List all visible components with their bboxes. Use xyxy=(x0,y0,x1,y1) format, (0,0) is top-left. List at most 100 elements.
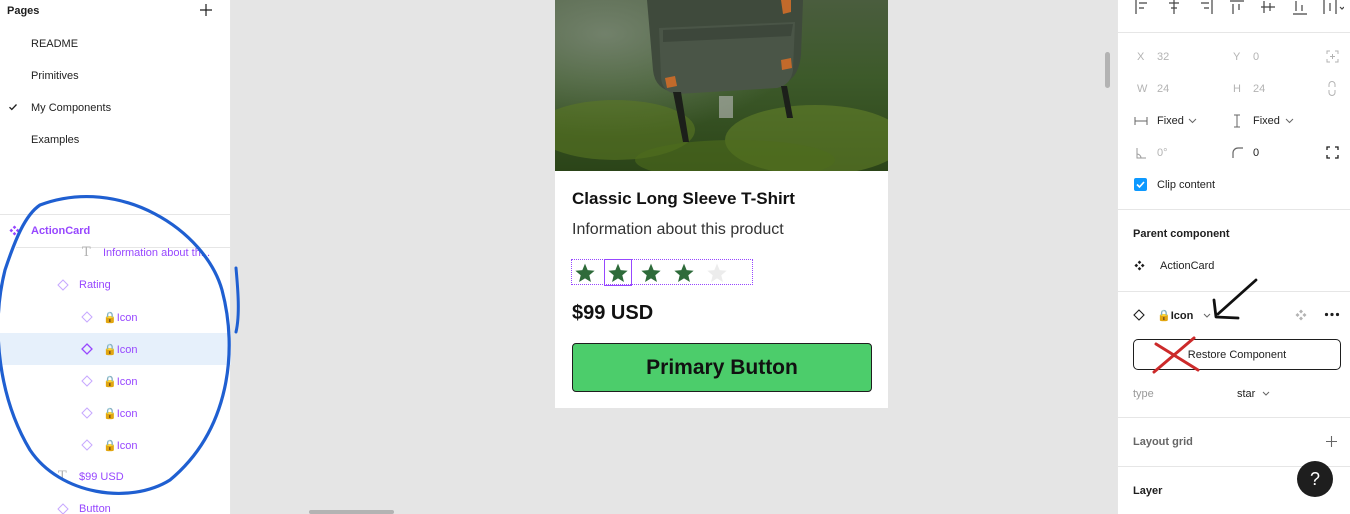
rotation-input[interactable]: 0° xyxy=(1157,147,1168,159)
horizontal-resizing-icon xyxy=(1134,117,1148,125)
layer-icon-3[interactable]: 🔒Icon xyxy=(0,365,231,397)
page-item-readme[interactable]: README xyxy=(0,32,231,56)
add-layout-grid-icon[interactable] xyxy=(1325,435,1338,448)
add-page-icon[interactable] xyxy=(198,2,214,18)
layer-label: Rating xyxy=(79,279,111,291)
pages-header: Pages xyxy=(0,0,231,24)
go-to-main-component-icon[interactable] xyxy=(1295,309,1307,321)
chevron-down-icon[interactable] xyxy=(1203,313,1211,318)
w-input[interactable]: 24 xyxy=(1157,83,1169,95)
distribute-icon[interactable] xyxy=(1322,0,1344,16)
component-icon xyxy=(9,225,20,236)
page-item-label: My Components xyxy=(31,102,112,114)
rotation-icon xyxy=(1136,148,1146,159)
width-mode-select[interactable]: Fixed xyxy=(1157,115,1184,127)
instance-name[interactable]: 🔒Icon xyxy=(1157,309,1193,322)
layer-price-text[interactable]: T $99 USD xyxy=(0,461,231,493)
vertical-scrollbar[interactable] xyxy=(1105,52,1110,88)
height-mode-select[interactable]: Fixed xyxy=(1253,115,1280,127)
instance-icon xyxy=(1133,309,1145,321)
help-button[interactable]: ? xyxy=(1297,461,1333,497)
instance-icon xyxy=(57,279,69,291)
layer-rating[interactable]: Rating xyxy=(0,269,231,301)
text-layer-icon: T xyxy=(58,469,67,484)
panel-divider xyxy=(1117,291,1350,292)
clip-content-checkbox[interactable] xyxy=(1134,178,1147,191)
layer-label: Information about th... xyxy=(103,247,211,259)
clip-content-label: Clip content xyxy=(1157,179,1216,191)
type-select[interactable]: star xyxy=(1237,388,1255,400)
layer-icon-5[interactable]: 🔒Icon xyxy=(0,429,231,461)
x-label: X xyxy=(1137,51,1145,63)
layer-button[interactable]: Button xyxy=(0,493,231,514)
page-item-examples[interactable]: Examples xyxy=(0,128,231,152)
chevron-down-icon[interactable] xyxy=(1188,118,1197,124)
independent-corners-icon[interactable] xyxy=(1326,146,1339,159)
align-top-icon[interactable] xyxy=(1229,0,1245,16)
type-label: type xyxy=(1133,388,1154,400)
w-label: W xyxy=(1137,83,1148,95)
horizontal-scrollbar[interactable] xyxy=(309,510,394,514)
star-icon[interactable] xyxy=(640,262,662,284)
align-horizontal-center-icon[interactable] xyxy=(1166,0,1182,16)
star-icon[interactable] xyxy=(706,262,728,284)
y-label: Y xyxy=(1233,51,1241,63)
corner-radius-input[interactable]: 0 xyxy=(1253,147,1259,159)
h-label: H xyxy=(1233,83,1241,95)
constrain-proportions-icon[interactable] xyxy=(1327,81,1337,96)
corner-radius-icon xyxy=(1232,147,1243,158)
more-options-icon[interactable] xyxy=(1324,312,1340,317)
action-card-frame[interactable]: Classic Long Sleeve T-Shirt Information … xyxy=(555,0,888,408)
y-input[interactable]: 0 xyxy=(1253,51,1259,63)
blue-stroke-annotation xyxy=(234,266,240,334)
rating[interactable] xyxy=(571,259,753,286)
star-icon[interactable] xyxy=(607,262,629,284)
layer-icon-2-selected[interactable]: 🔒Icon xyxy=(0,333,231,365)
page-item-label: Primitives xyxy=(31,70,79,82)
panel-divider xyxy=(1117,209,1350,210)
align-left-icon[interactable] xyxy=(1134,0,1150,16)
price: $99 USD xyxy=(572,302,654,324)
product-photo xyxy=(555,0,888,171)
align-vertical-center-icon[interactable] xyxy=(1260,0,1276,16)
layer-label: 🔒Icon xyxy=(103,376,138,388)
instance-icon xyxy=(81,407,93,419)
layout-grid-heading: Layout grid xyxy=(1133,436,1193,448)
layer-icon-4[interactable]: 🔒Icon xyxy=(0,397,231,429)
left-sidebar: Pages README Primitives My Components Ex… xyxy=(0,0,231,514)
layer-label: 🔒Icon xyxy=(103,312,138,324)
h-input[interactable]: 24 xyxy=(1253,83,1265,95)
align-bottom-icon[interactable] xyxy=(1292,0,1308,16)
panel-divider xyxy=(1117,417,1350,418)
layer-icon-1[interactable]: 🔒Icon xyxy=(0,301,231,333)
constraints-icon[interactable] xyxy=(1326,50,1339,63)
layer-label: 🔒Icon xyxy=(103,440,138,452)
layer-label: ActionCard xyxy=(31,225,91,237)
align-right-icon[interactable] xyxy=(1198,0,1214,16)
instance-icon xyxy=(81,375,93,387)
card-title: Classic Long Sleeve T-Shirt xyxy=(572,189,795,208)
vertical-resizing-icon xyxy=(1234,114,1240,128)
chevron-down-icon[interactable] xyxy=(1262,391,1270,396)
layer-heading: Layer xyxy=(1133,485,1163,497)
primary-button[interactable]: Primary Button xyxy=(572,343,872,392)
page-item-my-components[interactable]: My Components xyxy=(0,96,231,120)
instance-icon xyxy=(81,311,93,323)
checkmark-icon xyxy=(1136,181,1145,189)
star-icon[interactable] xyxy=(574,262,596,284)
card-subtitle: Information about this product xyxy=(572,221,784,238)
x-input[interactable]: 32 xyxy=(1157,51,1169,63)
instance-icon xyxy=(81,343,93,355)
layer-label: $99 USD xyxy=(79,471,124,483)
restore-component-button[interactable]: Restore Component xyxy=(1133,339,1341,370)
layer-label: 🔒Icon xyxy=(103,344,138,356)
instance-icon xyxy=(81,439,93,451)
parent-component-name[interactable]: ActionCard xyxy=(1160,260,1214,272)
page-item-primitives[interactable]: Primitives xyxy=(0,64,231,88)
star-icon[interactable] xyxy=(673,262,695,284)
checkmark-icon xyxy=(9,104,17,111)
layer-text-info[interactable]: T Information about th... xyxy=(0,237,231,269)
page-item-label: README xyxy=(31,38,79,50)
figma-editor: Pages README Primitives My Components Ex… xyxy=(0,0,1350,514)
chevron-down-icon[interactable] xyxy=(1285,118,1294,124)
